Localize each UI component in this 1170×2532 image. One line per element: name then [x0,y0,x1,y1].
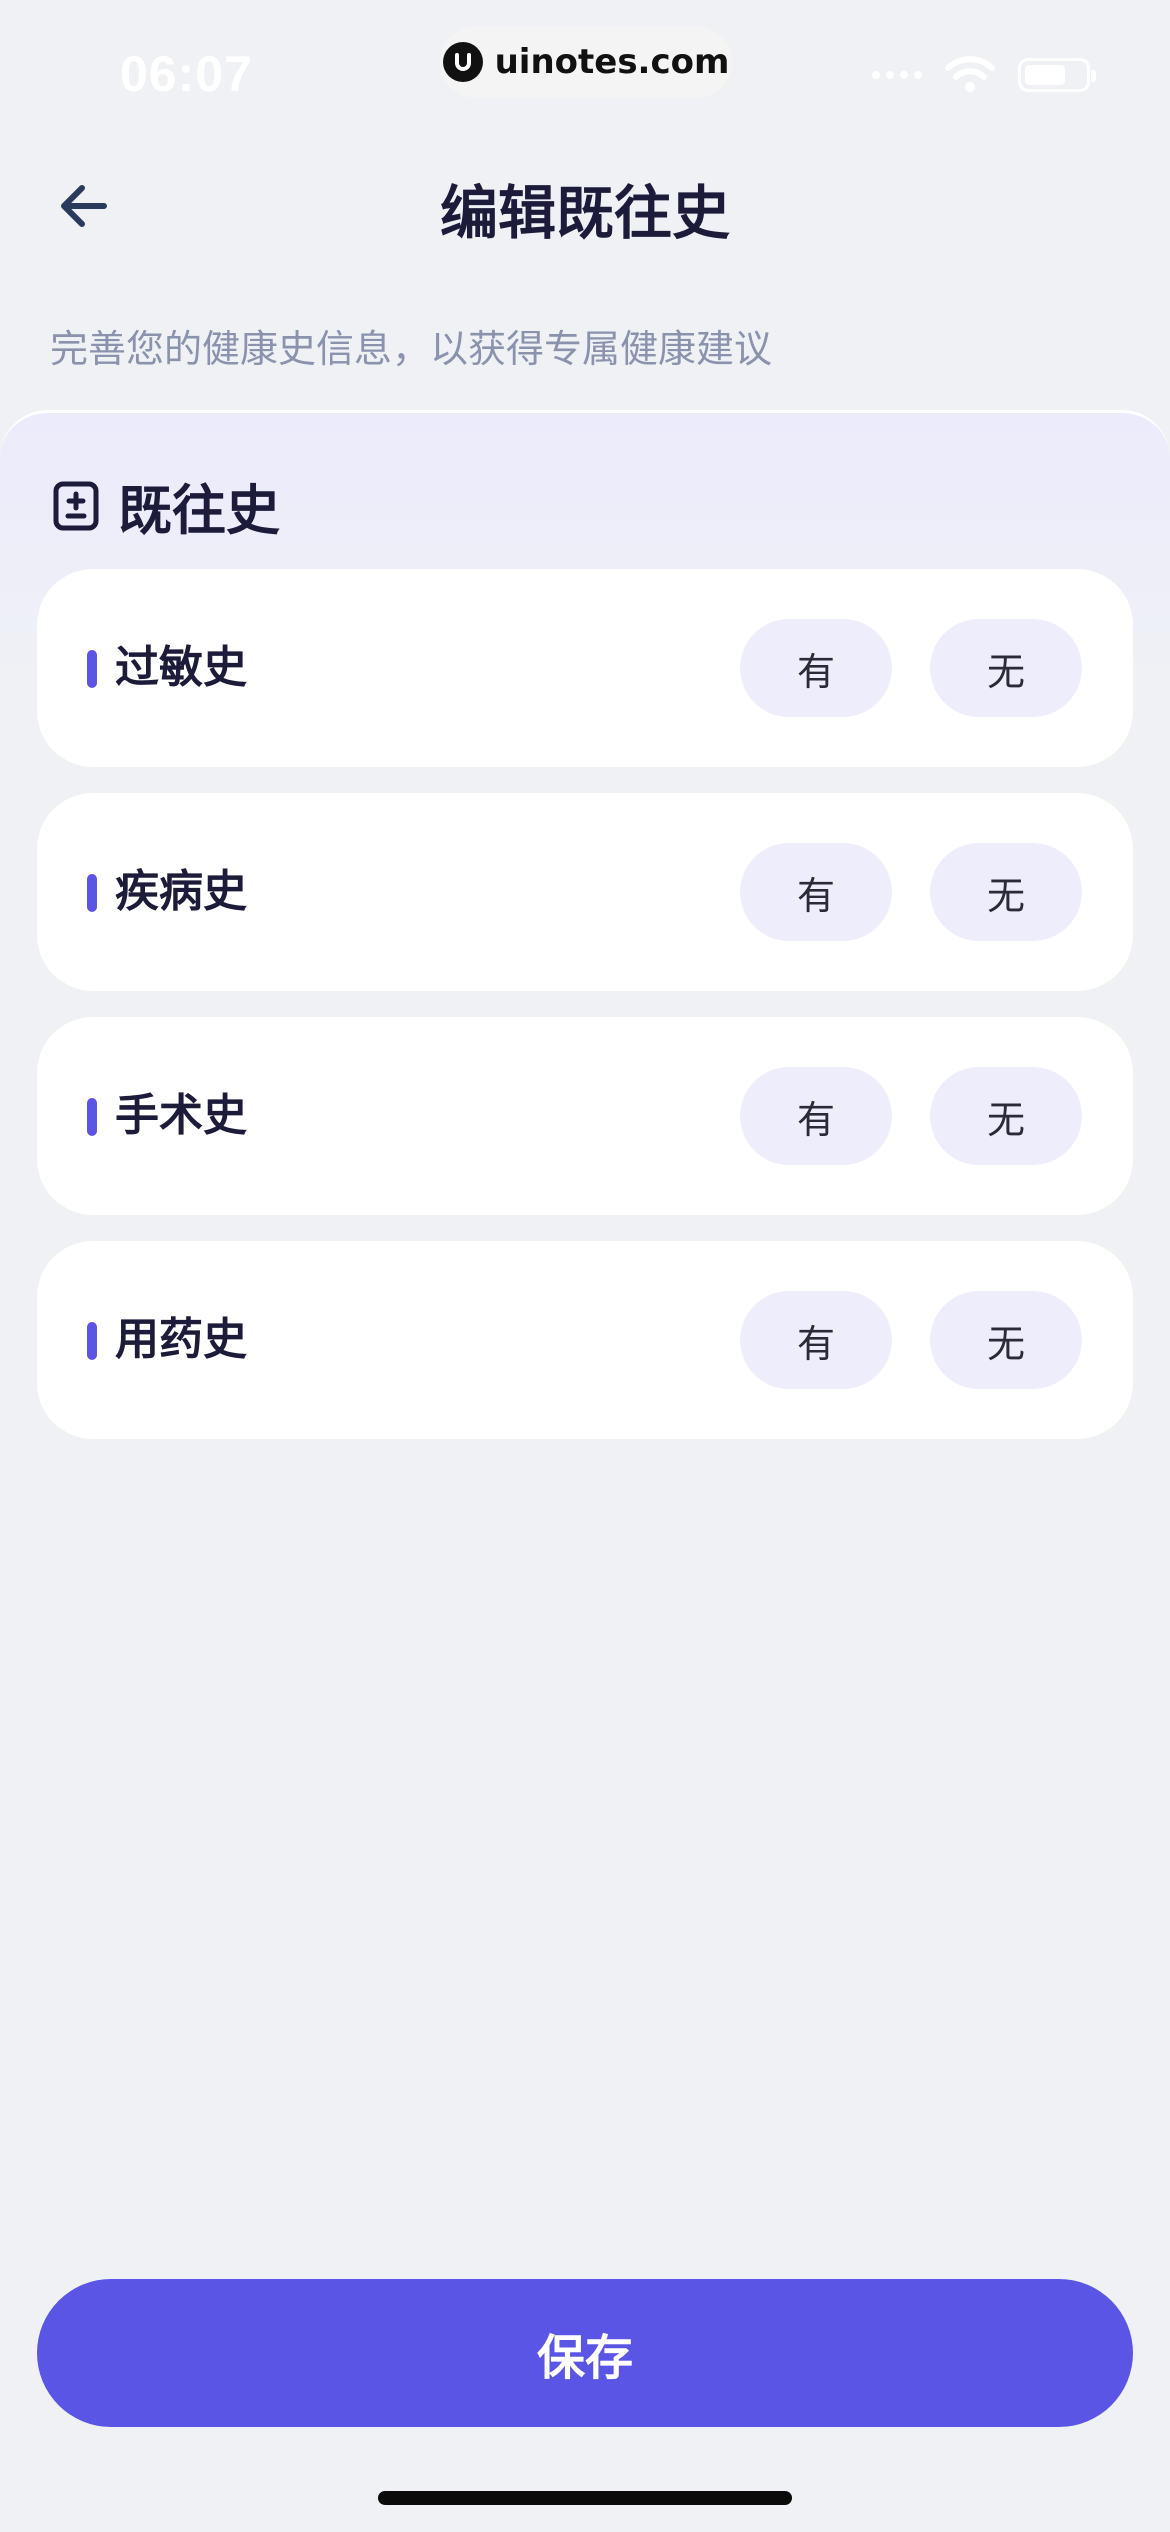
section-title: 既往史 [118,479,280,542]
watermark-badge: uinotes.com [440,26,732,98]
battery-icon [1018,58,1096,92]
watermark-text: uinotes.com [494,42,730,82]
card-label: 疾病史 [115,866,247,917]
option-yes-button[interactable]: 有 [740,619,892,717]
signal-icon [872,71,922,79]
card-accent-bar [87,650,97,688]
wifi-icon [945,56,995,92]
card-label: 手术史 [115,1090,247,1141]
card-label: 用药史 [115,1314,247,1365]
status-indicators [872,56,1096,94]
option-yes-button[interactable]: 有 [740,1067,892,1165]
option-no-button[interactable]: 无 [930,1067,1082,1165]
section-header: 既往史 [52,466,280,545]
option-no-button[interactable]: 无 [930,1291,1082,1389]
card-accent-bar [87,1322,97,1360]
option-yes-button[interactable]: 有 [740,1291,892,1389]
save-button[interactable]: 保存 [37,2279,1133,2427]
history-card-disease: 疾病史 有 无 [37,793,1133,991]
card-label: 过敏史 [115,642,247,693]
option-yes-button[interactable]: 有 [740,843,892,941]
home-indicator[interactable] [378,2491,792,2505]
history-card-allergy: 过敏史 有 无 [37,569,1133,767]
card-accent-bar [87,1098,97,1136]
option-no-button[interactable]: 无 [930,843,1082,941]
option-no-button[interactable]: 无 [930,619,1082,717]
history-card-medication: 用药史 有 无 [37,1241,1133,1439]
watermark-logo-icon [442,42,483,82]
page-title: 编辑既往史 [439,179,730,247]
card-accent-bar [87,874,97,912]
history-card-surgery: 手术史 有 无 [37,1017,1133,1215]
medical-record-icon [53,481,99,530]
status-time: 06:07 [120,46,253,102]
page-subtitle: 完善您的健康史信息，以获得专属健康建议 [50,327,773,371]
